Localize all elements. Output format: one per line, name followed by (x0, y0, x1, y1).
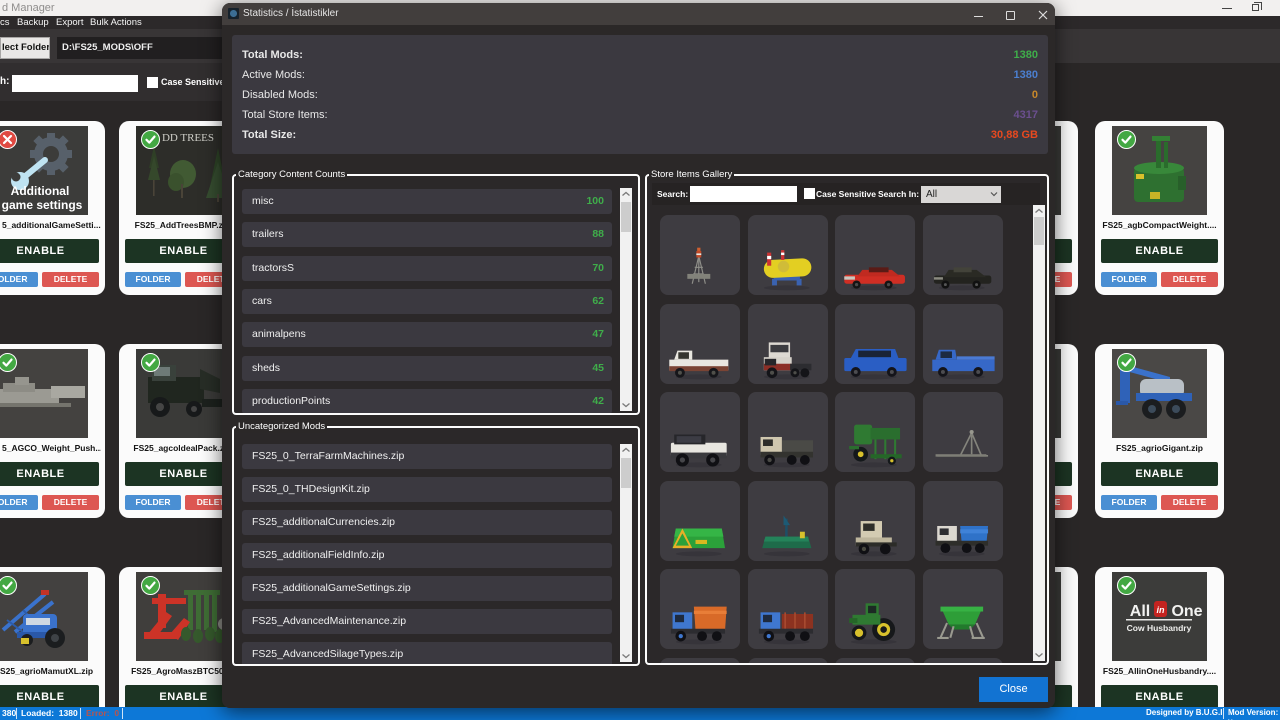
svg-text:Additional: Additional (11, 184, 70, 198)
svg-text:DD TREES: DD TREES (162, 132, 214, 144)
svg-text:Cow Husbandry: Cow Husbandry (1127, 623, 1192, 633)
svg-text:in: in (1157, 605, 1166, 615)
svg-text:game settings: game settings (2, 198, 83, 212)
svg-text:One: One (1171, 603, 1202, 620)
svg-text:All: All (1130, 603, 1150, 620)
